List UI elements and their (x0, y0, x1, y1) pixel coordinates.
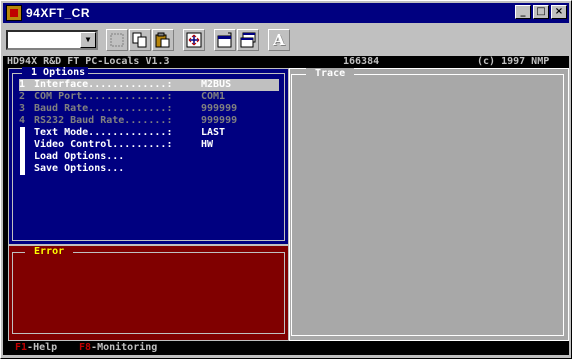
f1-key: F1 (15, 342, 28, 353)
option-value: LAST (201, 127, 226, 138)
option-marker (20, 151, 25, 163)
monitoring-hotkey[interactable]: F8-Monitoring (79, 342, 157, 354)
title-bar[interactable]: 94XFT_CR _ □ × (3, 3, 569, 23)
paste-icon (155, 32, 170, 48)
status-bar: F1-Help F8-Monitoring (3, 342, 569, 355)
close-button[interactable]: × (551, 5, 567, 19)
option-item[interactable]: 3 Baud Rate.............: 999999 (19, 103, 279, 115)
error-title: Error (25, 246, 74, 258)
option-item[interactable]: Load Options... (19, 151, 279, 163)
option-label: Video Control.........: (34, 139, 173, 150)
error-frame: Error (12, 246, 285, 334)
font-button[interactable]: A (268, 29, 290, 51)
font-size-combo[interactable]: ▼ (6, 30, 98, 50)
error-panel: Error (8, 245, 289, 341)
option-label: Text Mode.............: (34, 127, 173, 138)
option-item[interactable]: Video Control.........: HW (19, 139, 279, 151)
fullscreen-button[interactable] (183, 29, 205, 51)
window-title: 94XFT_CR (26, 6, 91, 20)
option-item[interactable]: Save Options... (19, 163, 279, 175)
option-item[interactable]: 4 RS232 Baud Rate.......: 999999 (19, 115, 279, 127)
program-number: 166384 (343, 56, 380, 67)
option-number: 1 (19, 79, 26, 90)
option-number: 3 (19, 103, 26, 114)
option-number: 4 (19, 115, 26, 126)
app-window: 94XFT_CR _ □ × ▼ A HD94X R&D FT PC-Local… (0, 0, 572, 359)
fullscreen-icon (186, 32, 202, 48)
copy-icon (132, 32, 147, 48)
option-label: COM Port..............: (34, 91, 173, 102)
console-screen[interactable]: HD94X R&D FT PC-Locals V1.3 166384 (c) 1… (3, 56, 569, 355)
option-number: 2 (19, 91, 26, 102)
windows-icon (240, 32, 256, 48)
options-title: 1 Options (22, 67, 89, 79)
f8-key: F8 (79, 342, 92, 353)
trace-title: Trace (306, 68, 355, 80)
trace-panel: Trace (289, 68, 569, 341)
properties-button[interactable] (214, 29, 236, 51)
maximize-button[interactable]: □ (533, 5, 549, 19)
option-label: Baud Rate.............: (34, 103, 173, 114)
help-hotkey[interactable]: F1-Help (15, 342, 57, 354)
option-value: 999999 (201, 103, 238, 114)
option-label: RS232 Baud Rate.......: (34, 115, 173, 126)
properties-icon (217, 32, 232, 48)
f1-label: -Help (27, 342, 58, 353)
options-panel: 1 Options 1 Interface.............: M2BUS 2… (8, 67, 289, 245)
option-value: COM1 (201, 91, 226, 102)
option-label: Save Options... (34, 163, 125, 174)
mark-button[interactable] (106, 29, 128, 51)
option-label: Load Options... (34, 151, 125, 162)
option-marker (20, 163, 25, 175)
mark-icon (110, 33, 124, 47)
option-value: 999999 (201, 115, 238, 126)
option-item[interactable]: 1 Interface.............: M2BUS (19, 79, 279, 91)
minimize-button[interactable]: _ (515, 5, 531, 19)
toolbar: ▼ A (3, 26, 569, 54)
option-value: HW (201, 139, 214, 150)
option-marker (20, 127, 25, 139)
window-controls: _ □ × (515, 5, 567, 19)
f8-label: -Monitoring (91, 342, 158, 353)
trace-frame: Trace (291, 68, 564, 336)
option-value: M2BUS (201, 79, 232, 90)
paste-button[interactable] (152, 29, 174, 51)
option-item[interactable]: 2 COM Port..............: COM1 (19, 91, 279, 103)
copyright: (c) 1997 NMP (477, 56, 550, 67)
option-label: Interface.............: (34, 79, 173, 90)
chevron-down-icon[interactable]: ▼ (80, 32, 96, 48)
background-button[interactable] (237, 29, 259, 51)
option-item[interactable]: Text Mode.............: LAST (19, 127, 279, 139)
app-icon[interactable] (6, 5, 22, 21)
copy-button[interactable] (129, 29, 151, 51)
option-marker (20, 139, 25, 151)
